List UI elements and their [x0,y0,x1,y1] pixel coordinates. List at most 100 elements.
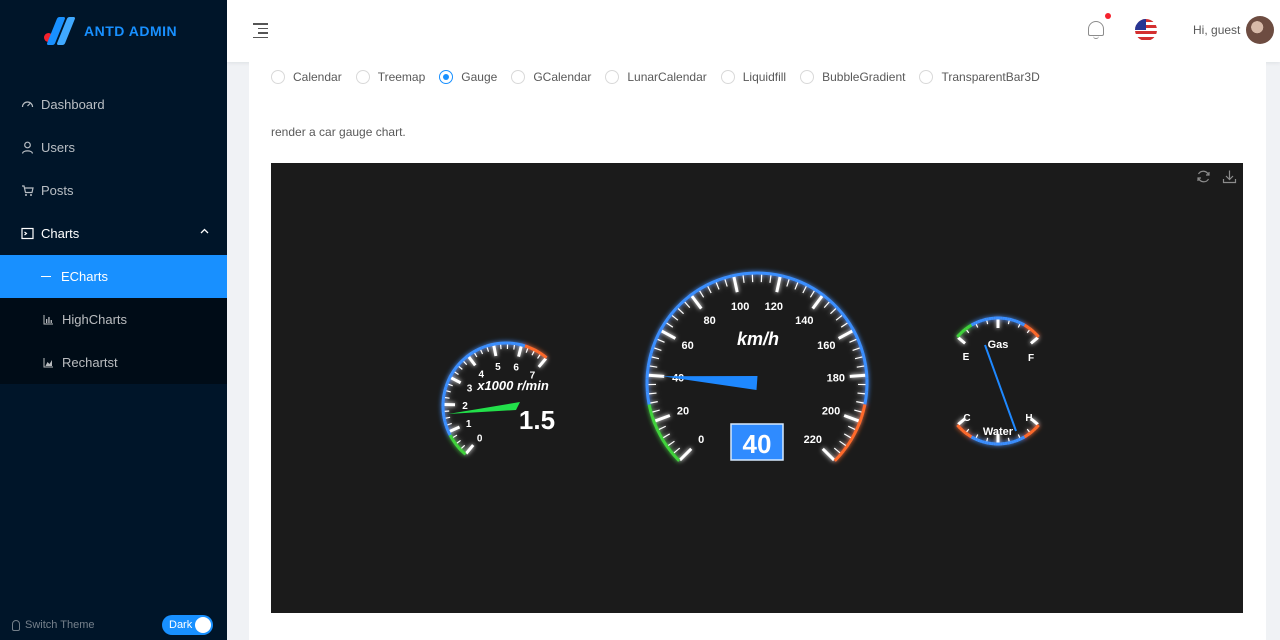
axis-line-segment [961,329,965,334]
minor-tick [662,433,671,439]
axis-line-segment [1011,318,1015,322]
radio-circle[interactable] [720,70,735,84]
radio-label: Gauge [461,70,498,84]
us-flag-icon[interactable] [1135,19,1157,41]
minor-tick [830,307,837,315]
minor-tick [835,314,843,321]
axis-line-segment [456,360,463,367]
radio-circle[interactable] [605,70,620,84]
axis-line-segment [1029,430,1034,435]
speed-value: 40 [743,429,772,459]
radio-lunarcalendar[interactable]: LunarCalendar [605,70,707,84]
radio-gauge[interactable]: Gauge [439,70,497,84]
axis-line-segment [1015,438,1019,443]
axis-line-segment [782,274,796,282]
speed-unit-label: km/h [737,329,779,349]
area-chart-icon [41,356,55,370]
speed-tick-label: 220 [804,434,822,446]
sidebar: ANTD ADMIN Dashboard Users Posts Charts [0,0,227,640]
axis-line-segment [979,319,983,323]
minor-tick [809,290,816,298]
radio-circle[interactable] [919,70,934,84]
minor-tick [446,422,452,426]
axis-line-segment [959,330,964,335]
bar-chart-icon [41,313,55,327]
minor-tick [715,281,720,290]
radio-liquidfill[interactable]: Liquidfill [720,70,786,84]
axis-line-segment [448,434,454,441]
radio-label: TransparentBar3D [941,70,1040,84]
minor-tick [698,290,705,298]
radio-circle[interactable] [439,70,454,84]
radio-circle[interactable] [511,70,526,84]
minor-tick [1007,320,1010,325]
major-tick [492,344,498,357]
radio-bubblegradient[interactable]: BubbleGradient [800,70,905,84]
sidebar-item-dashboard[interactable]: Dashboard [0,83,227,126]
minor-tick [525,347,529,353]
axis-line-segment [441,411,446,417]
sidebar-item-echarts[interactable]: ECharts [0,255,227,298]
axis-line-segment [964,431,969,436]
sidebar-item-label: HighCharts [62,312,128,327]
minor-tick [677,307,684,315]
axis-line-segment [1009,317,1013,322]
sidebar-item-rechartst[interactable]: Rechartst [0,341,227,384]
sidebar-item-highcharts[interactable]: HighCharts [0,298,227,341]
minor-tick [840,322,849,328]
axis-line-segment [1031,329,1035,334]
chevron-up-icon[interactable] [200,226,209,237]
radio-transparentbar3d[interactable]: TransparentBar3D [919,70,1040,84]
axis-line-segment [981,440,985,444]
radio-circle[interactable] [355,70,370,84]
refresh-icon[interactable] [1195,169,1211,185]
speed-tick-label: 180 [827,372,845,384]
axis-line-segment [1019,321,1024,326]
axis-line-segment [655,428,665,442]
minor-tick [473,352,478,358]
radio-label: GCalendar [533,70,592,84]
axis-line-segment [1031,428,1035,433]
major-tick [537,357,548,368]
radio-treemap[interactable]: Treemap [355,70,425,84]
minor-tick [857,392,866,395]
brand[interactable]: ANTD ADMIN [0,0,227,62]
axis-line-segment [1035,424,1040,428]
user-greeting[interactable]: Hi, guest [1193,23,1240,37]
axis-line-segment [442,391,447,397]
bell-icon[interactable] [1087,13,1111,39]
minor-tick [479,349,484,355]
menu-fold-icon[interactable] [253,23,268,38]
axis-line-segment [1023,434,1028,439]
minor-tick [975,434,979,439]
sidebar-item-posts[interactable]: Posts [0,169,227,212]
sidebar-item-users[interactable]: Users [0,126,227,169]
major-tick [448,425,461,433]
minor-tick [742,274,745,283]
axis-line-segment [441,396,446,402]
minor-tick [665,322,674,328]
minor-tick [667,440,675,447]
radio-circle[interactable] [800,70,815,84]
radio-circle[interactable] [271,70,285,84]
axis-line-segment [443,386,448,393]
rpm-tick-label: 1 [466,419,472,430]
sidebar-item-charts[interactable]: Charts [0,212,227,255]
minor-tick [653,347,662,351]
radio-calendar[interactable]: Calendar [271,70,342,84]
axis-line-segment [467,351,474,357]
gauge-chart[interactable]: 020406080100120140160180200220km/h400123… [271,163,1243,613]
axis-line-segment [444,425,450,432]
download-icon[interactable] [1221,169,1237,185]
bulb-icon [12,619,20,631]
sidebar-item-label: Posts [41,183,74,198]
logo-icon [44,15,78,47]
avatar[interactable] [1246,16,1274,44]
axis-line-segment [485,343,492,348]
minor-tick [649,401,658,404]
radio-gcalendar[interactable]: GCalendar [511,70,591,84]
radio-label: BubbleGradient [822,70,906,84]
speed-tick-label: 20 [677,406,689,418]
theme-toggle[interactable]: Dark [162,615,213,635]
minor-tick [656,338,665,343]
